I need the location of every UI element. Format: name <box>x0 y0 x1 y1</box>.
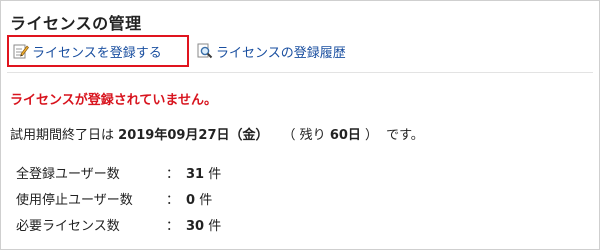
magnifier-document-icon <box>197 43 213 59</box>
stat-number: 30 <box>186 219 205 234</box>
stat-colon: ： <box>166 193 180 208</box>
stat-value: 31 件 <box>186 163 221 182</box>
divider <box>7 72 593 73</box>
stat-label: 使用停止ユーザー数 <box>16 193 133 208</box>
license-warning-message: ライセンスが登録されていません。 <box>10 93 217 108</box>
action-links: ライセンスを登録する ライセンスの登録履歴 <box>7 35 597 67</box>
trial-end-date: 2019年09月27日（金） <box>118 128 269 143</box>
stat-number: 0 <box>186 193 196 208</box>
register-license-link[interactable]: ライセンスを登録する <box>7 35 189 67</box>
stat-row-required-licenses: 必要ライセンス数 ： 30 件 <box>16 215 316 241</box>
trial-suffix: です。 <box>386 128 424 143</box>
trial-period-info: 試用期間終了日は 2019年09月27日（金） （ 残り 60日 ） です。 <box>10 124 424 143</box>
license-panel: ライセンスの管理 ライセンスを登録する ライセンスの登録履歴 ライセンスが登録さ… <box>0 0 600 250</box>
trial-remaining-open: （ 残り <box>282 128 326 143</box>
license-history-label: ライセンスの登録履歴 <box>216 45 346 61</box>
trial-remaining-days: 60日 <box>329 128 361 143</box>
stat-row-total-users: 全登録ユーザー数 ： 31 件 <box>16 163 316 189</box>
trial-remaining-close: ） <box>365 128 379 143</box>
page-title: ライセンスの管理 <box>10 14 142 33</box>
user-stats: 全登録ユーザー数 ： 31 件 使用停止ユーザー数 ： 0 件 必要ライセンス数… <box>16 163 316 241</box>
stat-label: 必要ライセンス数 <box>16 219 120 234</box>
stat-unit: 件 <box>208 219 222 234</box>
stat-number: 31 <box>186 167 205 182</box>
stat-label: 全登録ユーザー数 <box>16 167 120 182</box>
stat-value: 0 件 <box>186 189 212 208</box>
stat-value: 30 件 <box>186 215 221 234</box>
stat-colon: ： <box>166 219 180 234</box>
stat-unit: 件 <box>199 193 213 208</box>
license-history-link[interactable]: ライセンスの登録履歴 <box>197 35 346 67</box>
register-license-label: ライセンスを登録する <box>32 45 162 61</box>
trial-prefix: 試用期間終了日は <box>10 128 115 143</box>
stat-unit: 件 <box>208 167 222 182</box>
edit-pencil-icon <box>13 43 29 59</box>
stat-colon: ： <box>166 167 180 182</box>
stat-row-suspended-users: 使用停止ユーザー数 ： 0 件 <box>16 189 316 215</box>
